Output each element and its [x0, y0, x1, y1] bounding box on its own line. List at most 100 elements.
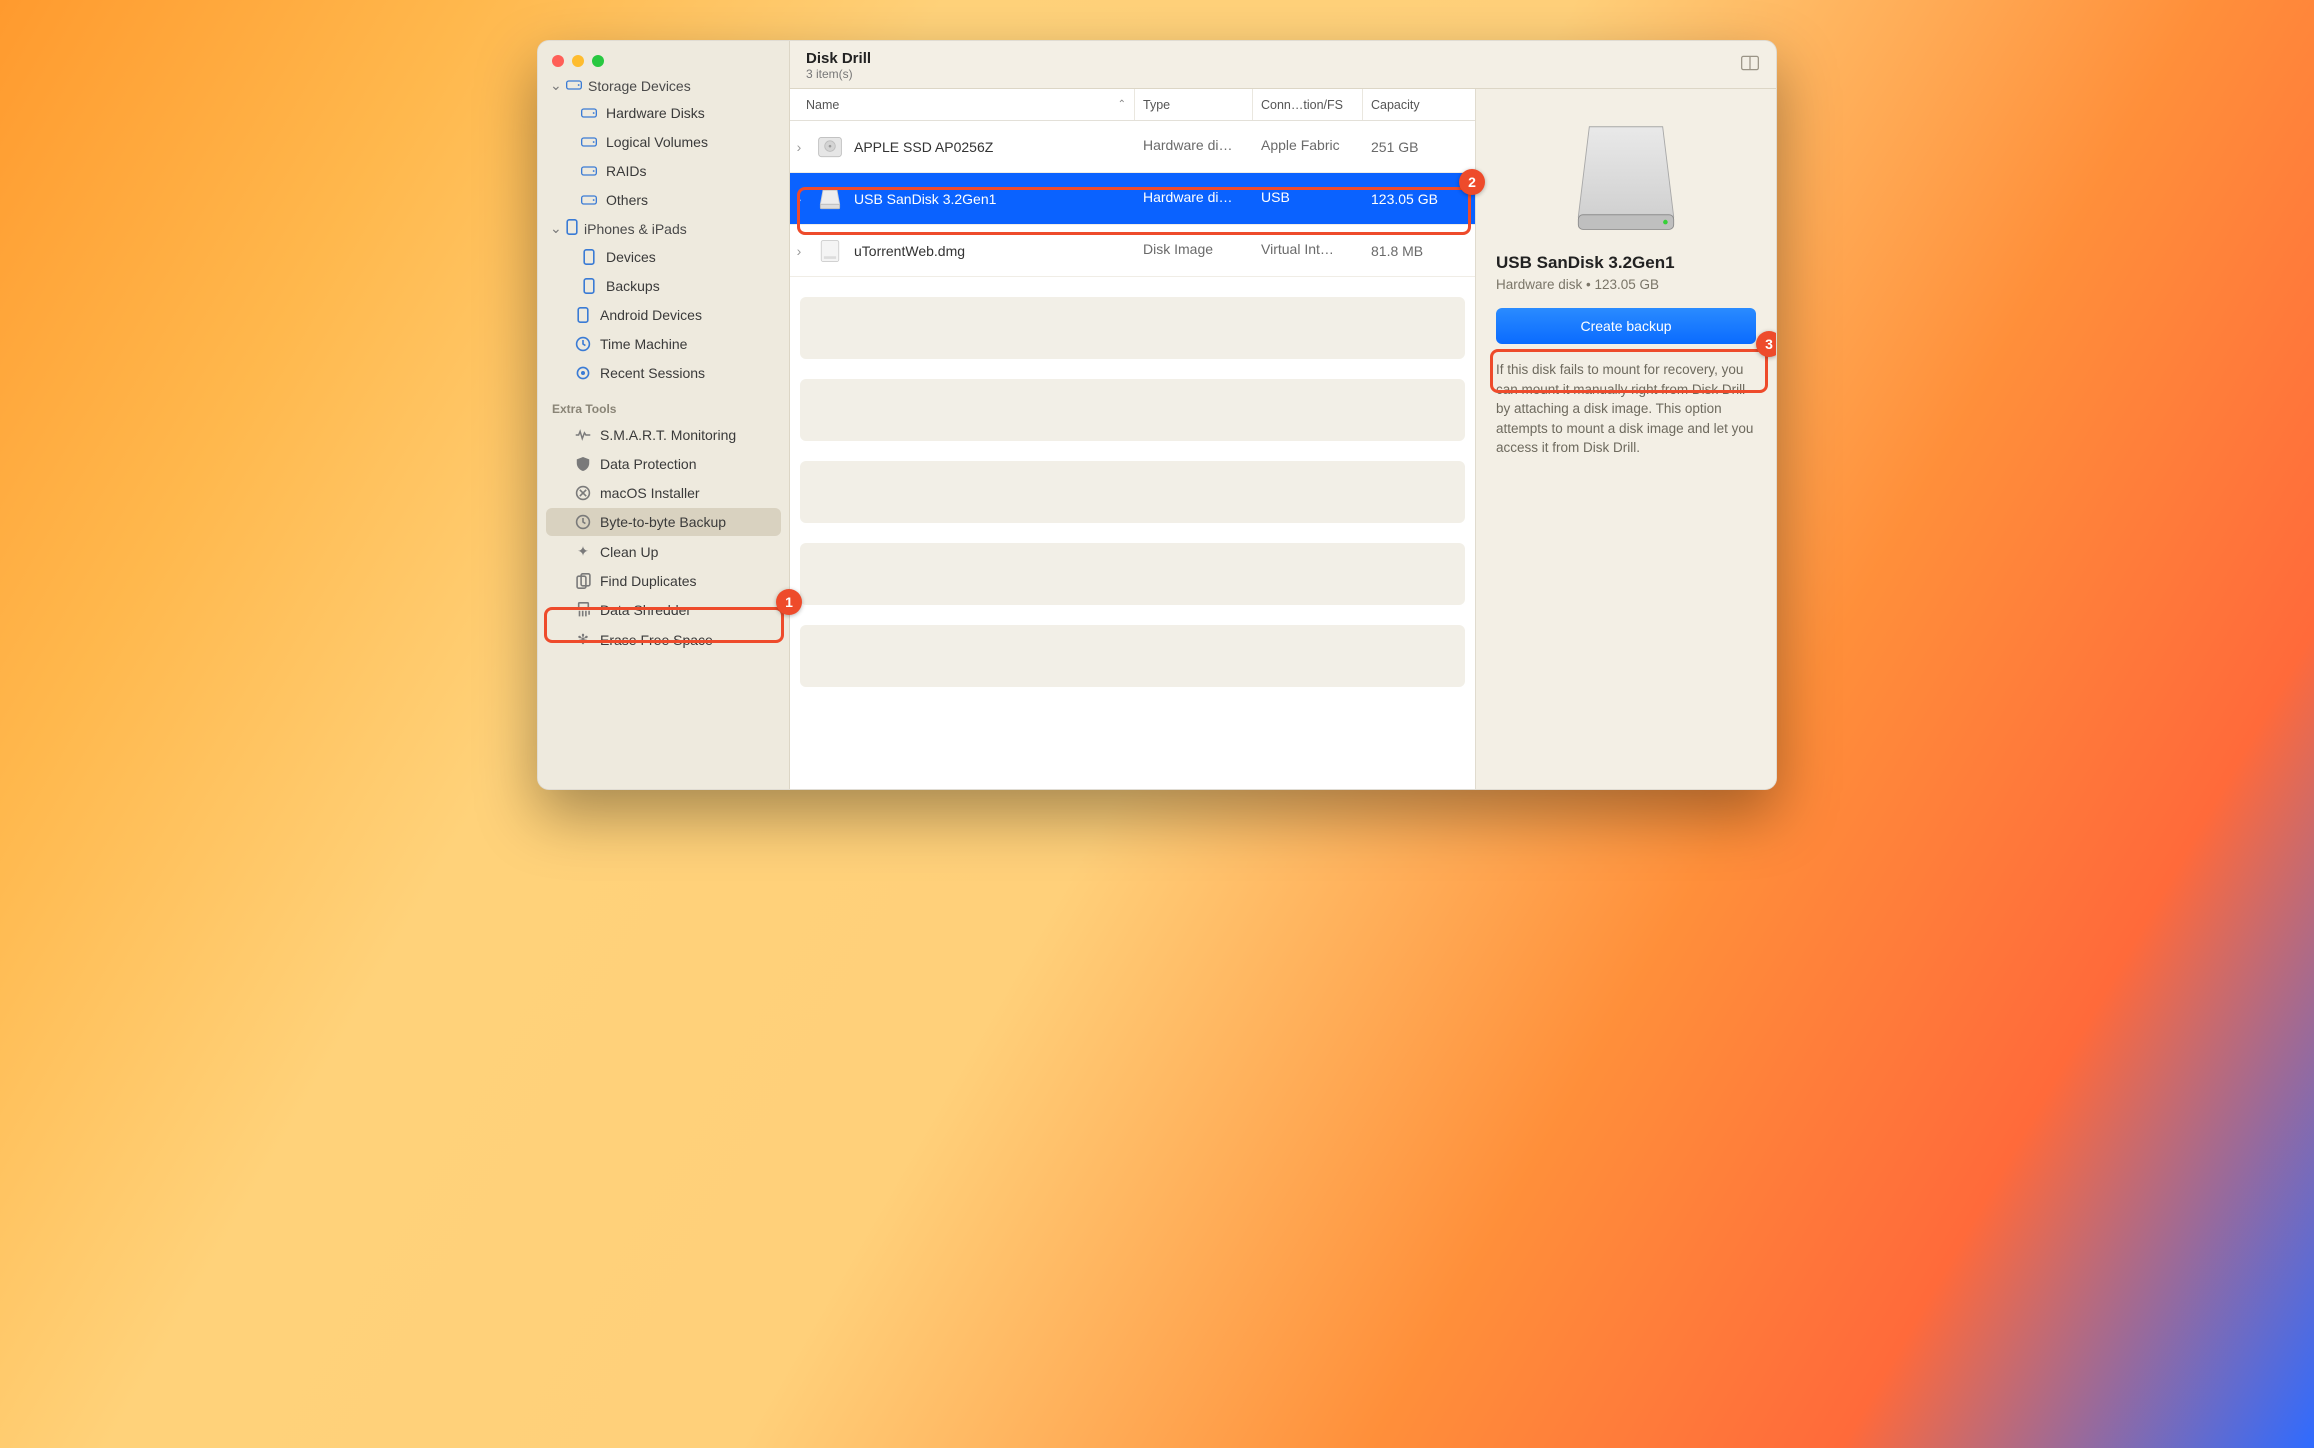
column-type[interactable]: Type: [1135, 89, 1253, 120]
sidebar-item-label: RAIDs: [606, 163, 646, 179]
placeholder-row: [800, 625, 1465, 687]
internal-disk-icon: [816, 133, 844, 161]
sidebar-item-devices[interactable]: Devices: [546, 243, 781, 271]
sidebar-item-erase-free-space[interactable]: ✻ Erase Free Space: [546, 625, 781, 654]
maximize-window-button[interactable]: [592, 55, 604, 67]
row-name: USB SanDisk 3.2Gen1: [854, 191, 996, 207]
column-name[interactable]: Name⌃: [790, 89, 1135, 120]
activity-icon: [574, 429, 592, 441]
chevron-right-icon[interactable]: ›: [790, 139, 808, 155]
app-window: ⌄ Storage Devices Hardware Disks Logical…: [537, 40, 1777, 790]
sidebar-section-extra: Extra Tools: [538, 388, 789, 420]
create-backup-button[interactable]: Create backup: [1496, 308, 1756, 344]
annotation-badge-1: 1: [776, 589, 802, 615]
sidebar-item-label: Clean Up: [600, 544, 658, 560]
sidebar-item-label: Recent Sessions: [600, 365, 705, 381]
disk-icon: [580, 194, 598, 206]
history-icon: [574, 514, 592, 530]
circle-x-icon: [574, 485, 592, 501]
page-title: Disk Drill: [806, 50, 871, 67]
table-row[interactable]: › APPLE SSD AP0256Z Hardware di… Apple F…: [790, 121, 1475, 173]
drive-illustration: [1496, 107, 1756, 253]
phone-icon: [580, 278, 598, 294]
sidebar-item-label: macOS Installer: [600, 485, 700, 501]
row-capacity: 81.8 MB: [1371, 243, 1423, 259]
placeholder-row: [800, 297, 1465, 359]
item-count: 3 item(s): [806, 67, 871, 81]
placeholder-row: [800, 461, 1465, 523]
table-header: Name⌃ Type Conn…tion/FS Capacity: [790, 89, 1475, 121]
sidebar-item-label: Devices: [606, 249, 656, 265]
content: Name⌃ Type Conn…tion/FS Capacity › APPLE…: [790, 89, 1776, 789]
device-table: Name⌃ Type Conn…tion/FS Capacity › APPLE…: [790, 89, 1476, 789]
chevron-right-icon[interactable]: ›: [790, 191, 808, 207]
shield-icon: [574, 456, 592, 472]
sidebar-group-storage[interactable]: ⌄ Storage Devices: [538, 73, 789, 98]
main-panel: Disk Drill 3 item(s) Name⌃ Type Conn…tio…: [790, 41, 1776, 789]
row-name: APPLE SSD AP0256Z: [854, 139, 993, 155]
sidebar-item-logical-volumes[interactable]: Logical Volumes: [546, 128, 781, 156]
table-row[interactable]: › uTorrentWeb.dmg Disk Image Virtual Int…: [790, 225, 1475, 277]
sidebar: ⌄ Storage Devices Hardware Disks Logical…: [538, 41, 790, 789]
sidebar-item-timemachine[interactable]: Time Machine: [546, 330, 781, 358]
sidebar-item-hardware-disks[interactable]: Hardware Disks: [546, 99, 781, 127]
sidebar-item-cleanup[interactable]: ✦ Clean Up: [546, 537, 781, 566]
sidebar-item-label: Others: [606, 192, 648, 208]
sidebar-item-android[interactable]: Android Devices: [546, 301, 781, 329]
sidebar-item-label: Android Devices: [600, 307, 702, 323]
chevron-right-icon[interactable]: ›: [790, 243, 808, 259]
sidebar-item-label: Data Shredder: [600, 602, 691, 618]
chevron-down-icon: ⌄: [550, 220, 560, 237]
row-type: Hardware di…: [1143, 137, 1232, 153]
placeholder-row: [800, 379, 1465, 441]
sidebar-item-smart[interactable]: S.M.A.R.T. Monitoring: [546, 421, 781, 449]
phone-icon: [580, 249, 598, 265]
disk-image-icon: [816, 237, 844, 265]
disk-icon: [580, 165, 598, 177]
sidebar-item-data-shredder[interactable]: Data Shredder: [546, 596, 781, 624]
time-machine-icon: [574, 336, 592, 352]
loader-icon: ✻: [574, 631, 592, 648]
column-connection[interactable]: Conn…tion/FS: [1253, 89, 1363, 120]
table-row[interactable]: › USB SanDisk 3.2Gen1 Hardware di… USB 1…: [790, 173, 1475, 225]
sidebar-group-label: Storage Devices: [588, 78, 691, 94]
sidebar-item-label: Hardware Disks: [606, 105, 705, 121]
sidebar-item-recent[interactable]: Recent Sessions: [546, 359, 781, 387]
close-window-button[interactable]: [552, 55, 564, 67]
sidebar-item-others[interactable]: Others: [546, 186, 781, 214]
sidebar-item-find-duplicates[interactable]: Find Duplicates: [546, 567, 781, 595]
details-meta: Hardware disk • 123.05 GB: [1496, 277, 1756, 292]
annotation-badge-3: 3: [1756, 331, 1777, 357]
row-capacity: 123.05 GB: [1371, 191, 1438, 207]
annotation-badge-2: 2: [1459, 169, 1485, 195]
sidebar-item-label: Data Protection: [600, 456, 697, 472]
sidebar-item-data-protection[interactable]: Data Protection: [546, 450, 781, 478]
details-panel: USB SanDisk 3.2Gen1 Hardware disk • 123.…: [1476, 89, 1776, 789]
disk-icon: [580, 107, 598, 119]
phone-icon: [566, 219, 578, 235]
row-type: Hardware di…: [1143, 189, 1232, 205]
sidebar-item-raids[interactable]: RAIDs: [546, 157, 781, 185]
bookmark-icon[interactable]: [1740, 54, 1760, 77]
sidebar-item-byte-backup[interactable]: Byte-to-byte Backup: [546, 508, 781, 536]
sidebar-item-label: Byte-to-byte Backup: [600, 514, 726, 530]
window-controls: [538, 51, 789, 73]
row-name: uTorrentWeb.dmg: [854, 243, 965, 259]
external-disk-icon: [816, 185, 844, 213]
sidebar-item-backups[interactable]: Backups: [546, 272, 781, 300]
copy-icon: [574, 573, 592, 589]
column-capacity[interactable]: Capacity: [1363, 89, 1475, 120]
sidebar-group-label: iPhones & iPads: [584, 221, 687, 237]
sidebar-group-mobile[interactable]: ⌄ iPhones & iPads: [538, 215, 789, 242]
sort-ascending-icon: ⌃: [1118, 99, 1126, 110]
shredder-icon: [574, 602, 592, 618]
row-connection: USB: [1261, 189, 1290, 205]
details-title: USB SanDisk 3.2Gen1: [1496, 253, 1756, 273]
sidebar-item-label: Logical Volumes: [606, 134, 708, 150]
disk-icon: [580, 136, 598, 148]
sidebar-item-macos-installer[interactable]: macOS Installer: [546, 479, 781, 507]
row-connection: Virtual Int…: [1261, 241, 1334, 257]
minimize-window-button[interactable]: [572, 55, 584, 67]
chevron-down-icon: ⌄: [550, 77, 560, 94]
sidebar-item-label: Backups: [606, 278, 660, 294]
